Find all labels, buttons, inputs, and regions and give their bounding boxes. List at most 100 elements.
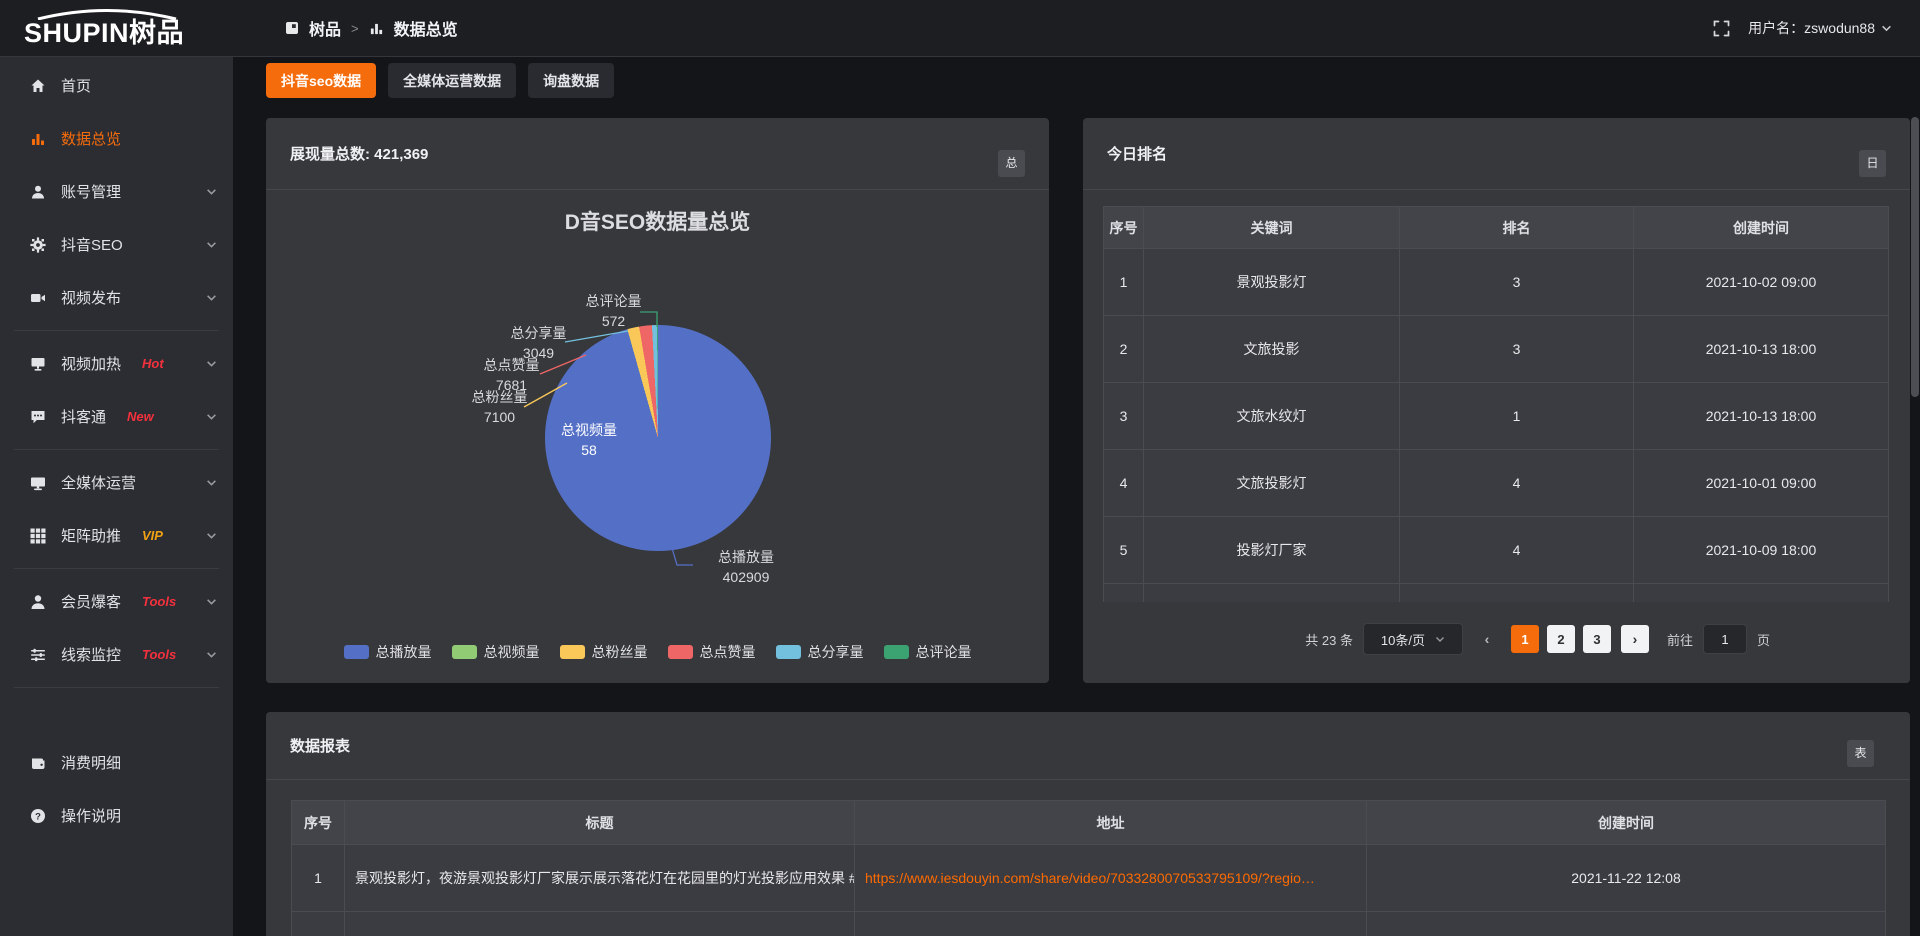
pagination-total: 共 23 条 (1305, 630, 1353, 649)
svg-text:?: ? (35, 811, 41, 822)
column-header: 序号 (292, 801, 345, 845)
sidebar-item-consume-detail[interactable]: 消费明细 (0, 736, 233, 789)
page-button-1[interactable]: 1 (1511, 625, 1539, 653)
legend-label: 总评论量 (916, 642, 972, 662)
table-cell: 4 (1104, 450, 1144, 517)
main-content: 抖音seo数据全媒体运营数据询盘数据 展现量总数: 421,369 总 D音SE… (233, 57, 1920, 936)
table-cell (345, 912, 855, 936)
bar-chart-icon (30, 131, 46, 147)
column-header: 标题 (345, 801, 855, 845)
page-size-select[interactable]: 10条/页 (1363, 623, 1463, 655)
sidebar-item-all-media[interactable]: 全媒体运营 (0, 456, 233, 509)
fullscreen-icon[interactable] (1713, 20, 1730, 37)
sidebar-item-label: 矩阵助推 (61, 525, 121, 546)
breadcrumb-current: 数据总览 (394, 16, 458, 40)
table-cell: 2 (1104, 316, 1144, 383)
username: zswodun88 (1804, 20, 1875, 36)
user-icon (30, 184, 46, 200)
sidebar-item-video-publish[interactable]: 视频发布 (0, 271, 233, 324)
member-icon (30, 594, 46, 610)
table-cell: 4 (1400, 517, 1634, 584)
sidebar-item-badge: Tools (142, 647, 176, 662)
legend-color-chip (776, 645, 801, 659)
table-cell (855, 912, 1367, 936)
app-logo: SHUPIN树品 (0, 9, 233, 47)
pie-label-videos: 总视频量 58 (548, 421, 630, 460)
sidebar-item-label: 线索监控 (61, 644, 121, 665)
legend-item[interactable]: 总粉丝量 (560, 642, 648, 662)
legend-label: 总播放量 (376, 642, 432, 662)
tab-douyin-seo-data[interactable]: 抖音seo数据 (266, 63, 376, 98)
sidebar-item-member-baoke[interactable]: 会员爆客Tools (0, 575, 233, 628)
prev-page-button[interactable]: ‹ (1473, 625, 1501, 653)
sidebar-item-label: 首页 (61, 75, 91, 96)
sidebar-item-label: 视频加热 (61, 353, 121, 374)
legend-item[interactable]: 总点赞量 (668, 642, 756, 662)
day-view-button[interactable]: 日 (1859, 150, 1886, 177)
goto-page-input[interactable] (1703, 624, 1747, 654)
sidebar-item-operation-guide[interactable]: ? 操作说明 (0, 789, 233, 842)
chat-icon (30, 409, 46, 425)
legend-item[interactable]: 总评论量 (884, 642, 972, 662)
pagination: 共 23 条 10条/页 ‹ 123 › 前往 页 (1305, 623, 1770, 655)
breadcrumb-root[interactable]: 树品 (309, 16, 341, 40)
sidebar-item-label: 抖客通 (61, 406, 106, 427)
report-url-cell: https://www.iesdouyin.com/share/video/70… (855, 845, 1367, 912)
sidebar-item-matrix-boost[interactable]: 矩阵助推 VIP (0, 509, 233, 562)
page-button-2[interactable]: 2 (1547, 625, 1575, 653)
table-cell (1104, 584, 1144, 602)
sidebar-divider (14, 687, 219, 688)
legend-item[interactable]: 总播放量 (344, 642, 432, 662)
table-cell: 文旅水纹灯 (1144, 383, 1400, 450)
table-cell: 3 (1400, 249, 1634, 316)
table-view-button[interactable]: 表 (1847, 740, 1874, 767)
next-page-button[interactable]: › (1621, 625, 1649, 653)
table-row: 3文旅水纹灯12021-10-13 18:00 (1104, 383, 1889, 450)
data-report-card: 数据报表 表 序号标题地址创建时间 1景观投影灯，夜游景观投影灯厂家展示展示落花… (266, 712, 1910, 936)
sidebar-item-label: 数据总览 (61, 128, 121, 149)
total-view-button[interactable]: 总 (998, 150, 1025, 177)
scrollbar-thumb[interactable] (1911, 117, 1919, 397)
sidebar-item-home[interactable]: 首页 (0, 59, 233, 112)
table-cell: 4 (1400, 450, 1634, 517)
chart-title: D音SEO数据量总览 (266, 206, 1049, 236)
page-button-3[interactable]: 3 (1583, 625, 1611, 653)
table-cell: 2021-10-01 09:00 (1634, 450, 1889, 517)
tab-inquiry-data[interactable]: 询盘数据 (528, 63, 614, 98)
topbar: SHUPIN树品 树品 > 数据总览 用户名：zswodun88 (0, 0, 1920, 57)
sidebar-item-label: 操作说明 (61, 805, 121, 826)
gear-icon (30, 237, 46, 253)
legend-item[interactable]: 总视频量 (452, 642, 540, 662)
column-header: 关键词 (1144, 207, 1400, 249)
legend-item[interactable]: 总分享量 (776, 642, 864, 662)
sidebar-item-data-overview[interactable]: 数据总览 (0, 112, 233, 165)
sidebar-item-label: 视频发布 (61, 287, 121, 308)
report-card-title: 数据报表 (290, 735, 350, 756)
sidebar-item-label: 抖音SEO (61, 234, 123, 255)
sidebar-item-account-manage[interactable]: 账号管理 (0, 165, 233, 218)
legend-color-chip (668, 645, 693, 659)
sidebar-item-video-heat[interactable]: 视频加热 Hot (0, 337, 233, 390)
chevron-down-icon (206, 239, 217, 250)
sidebar-item-clue-monitor[interactable]: 线索监控 Tools (0, 628, 233, 681)
question-icon: ? (30, 808, 46, 824)
table-cell: 3 (1400, 316, 1634, 383)
sidebar-item-douyin-seo[interactable]: 抖音SEO (0, 218, 233, 271)
table-cell (1144, 584, 1400, 602)
sidebar-item-douketong[interactable]: 抖客通New (0, 390, 233, 443)
scrollbar[interactable] (1911, 115, 1919, 936)
chevron-down-icon (206, 292, 217, 303)
monitor-icon (30, 475, 46, 491)
sidebar-item-badge: Hot (142, 356, 164, 371)
video-link[interactable]: https://www.iesdouyin.com/share/video/70… (865, 870, 1315, 886)
column-header: 排名 (1400, 207, 1634, 249)
tab-all-media-data[interactable]: 全媒体运营数据 (388, 63, 516, 98)
sidebar-item-badge: VIP (142, 528, 163, 543)
table-cell: 2021-10-13 18:00 (1634, 383, 1889, 450)
report-table: 序号标题地址创建时间 1景观投影灯，夜游景观投影灯厂家展示展示落花灯在花园里的灯… (291, 800, 1886, 936)
chevron-down-icon (206, 477, 217, 488)
username-label: 用户名： (1748, 18, 1804, 38)
page-number-buttons: 123 (1511, 625, 1611, 653)
user-menu[interactable]: 用户名：zswodun88 (1748, 18, 1892, 38)
breadcrumb-separator: > (351, 21, 359, 36)
